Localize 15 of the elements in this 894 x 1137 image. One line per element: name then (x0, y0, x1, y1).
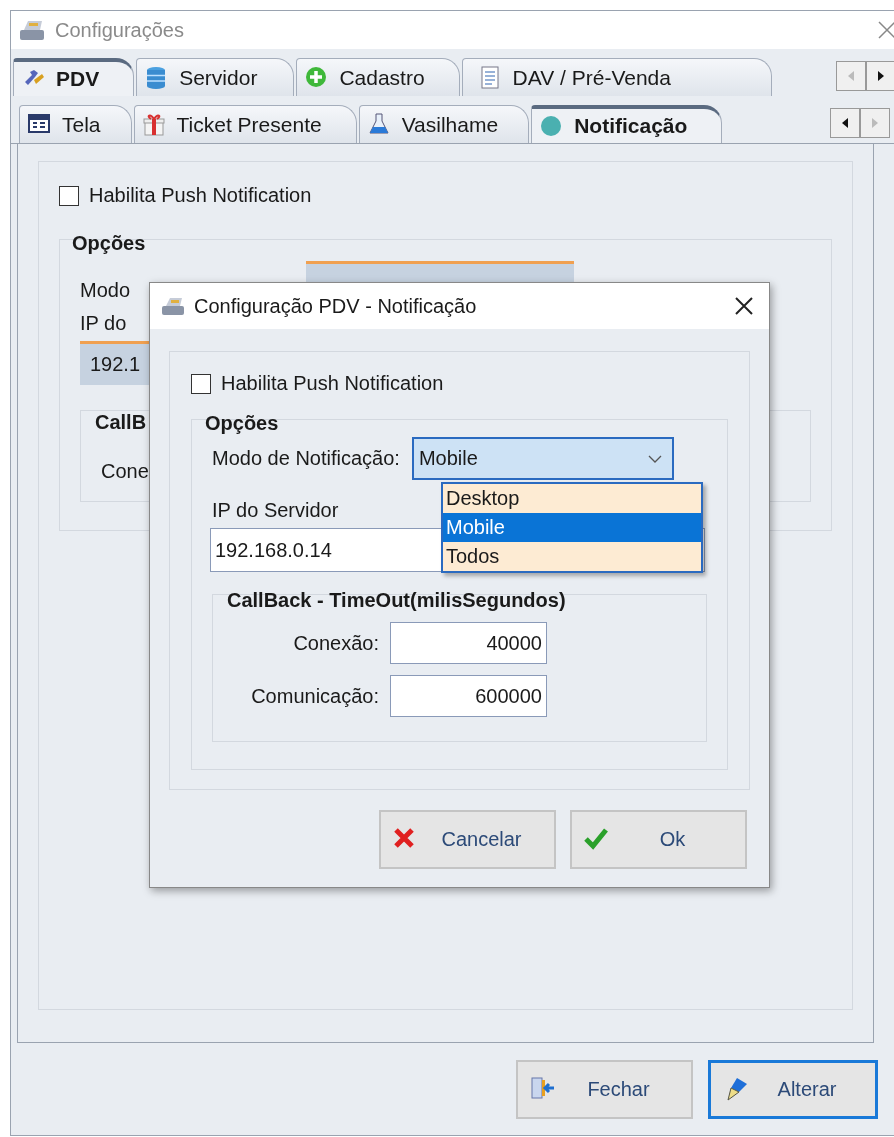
dialog-title: Configuração PDV - Notificação (194, 294, 477, 318)
field-label: Modo de Notificação: (212, 447, 400, 470)
group-title: CallB (95, 411, 147, 434)
group-title: CallBack - TimeOut(milisSegundos) (227, 589, 566, 612)
group-title: Opções (205, 412, 279, 435)
field-label: IP do (80, 312, 127, 335)
field-label: IP do Servidor (212, 499, 339, 522)
field-label: Modo (80, 279, 131, 302)
field-label: Comunicação: (250, 684, 379, 708)
checkbox-label: Habilita Push Notification (221, 372, 444, 395)
field-label: Cone (101, 460, 150, 483)
field-label: Conexão: (292, 631, 379, 655)
window-title: Configurações (55, 18, 184, 42)
checkbox-label: Habilita Push Notification (89, 184, 312, 207)
group-title: Opções (72, 232, 146, 255)
